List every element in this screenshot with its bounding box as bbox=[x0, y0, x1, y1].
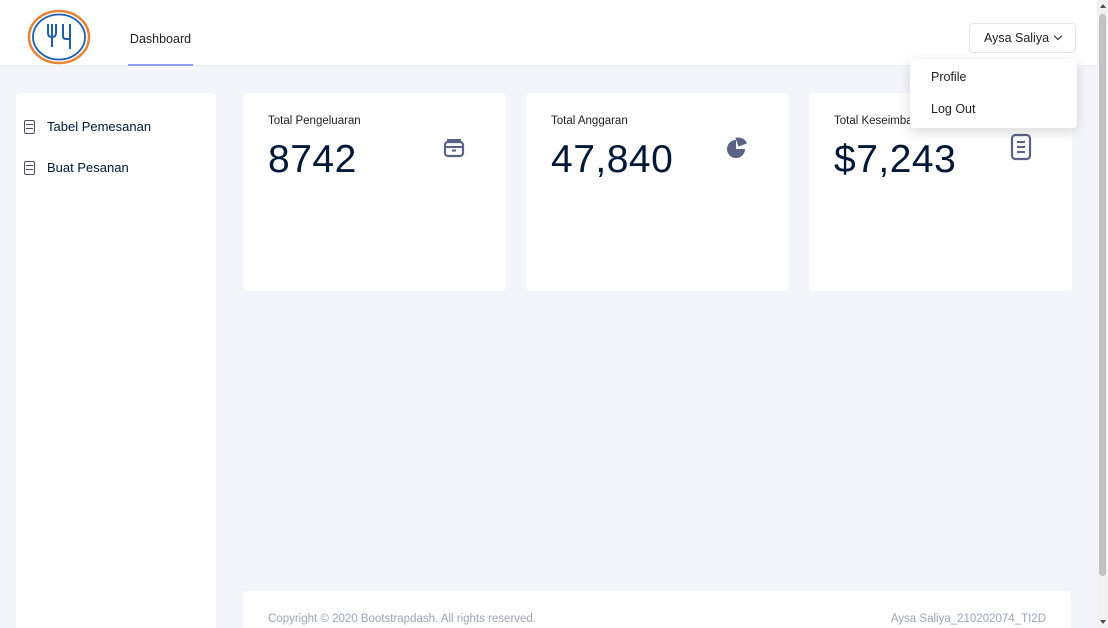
chevron-down-icon bbox=[1053, 31, 1063, 41]
card-value: 8742 bbox=[268, 138, 357, 181]
user-menu-button[interactable]: Aysa Saliya bbox=[969, 23, 1076, 53]
footer-credit: Aysa Saliya_210202074_TI2D bbox=[890, 613, 1046, 625]
clipboard-list-icon bbox=[1009, 133, 1033, 161]
stat-card-total-pengeluaran: Total Pengeluaran 8742 bbox=[243, 93, 506, 291]
card-value: $7,243 bbox=[834, 138, 957, 181]
scroll-down-arrow-icon[interactable] bbox=[1100, 620, 1106, 624]
scrollbar-thumb[interactable] bbox=[1099, 14, 1106, 576]
menu-item-logout[interactable]: Log Out bbox=[931, 102, 975, 116]
stat-card-total-anggaran: Total Anggaran 47,840 bbox=[526, 93, 789, 291]
user-name: Aysa Saliya bbox=[983, 31, 1050, 45]
pie-chart-icon bbox=[725, 136, 749, 160]
nav-dashboard-label: Dashboard bbox=[129, 32, 192, 46]
footer: Copyright © 2020 Bootstrapdash. All righ… bbox=[243, 591, 1071, 628]
active-tab-underline bbox=[128, 64, 193, 66]
sidebar-item-buat-pesanan[interactable]: Buat Pesanan bbox=[24, 160, 129, 175]
scroll-up-arrow-icon[interactable] bbox=[1100, 4, 1106, 8]
nav-dashboard-tab[interactable]: Dashboard bbox=[128, 18, 193, 66]
card-label: Total Pengeluaran bbox=[268, 115, 361, 127]
user-dropdown-menu: Profile Log Out bbox=[910, 59, 1077, 128]
vertical-scrollbar[interactable] bbox=[1097, 0, 1108, 628]
sidebar-item-tabel-pemesanan[interactable]: Tabel Pemesanan bbox=[24, 119, 151, 134]
card-value: 47,840 bbox=[551, 138, 674, 181]
footer-copyright: Copyright © 2020 Bootstrapdash. All righ… bbox=[268, 613, 537, 625]
sidebar-item-label: Buat Pesanan bbox=[47, 160, 129, 175]
menu-item-profile[interactable]: Profile bbox=[931, 70, 966, 84]
top-navbar: Dashboard Aysa Saliya bbox=[0, 0, 1097, 66]
clipboard-icon bbox=[24, 119, 35, 134]
sidebar-item-label: Tabel Pemesanan bbox=[47, 119, 152, 134]
restaurant-logo-icon[interactable] bbox=[26, 9, 92, 65]
wallet-icon bbox=[442, 136, 466, 160]
clipboard-icon bbox=[24, 160, 35, 175]
card-label: Total Anggaran bbox=[551, 115, 628, 127]
